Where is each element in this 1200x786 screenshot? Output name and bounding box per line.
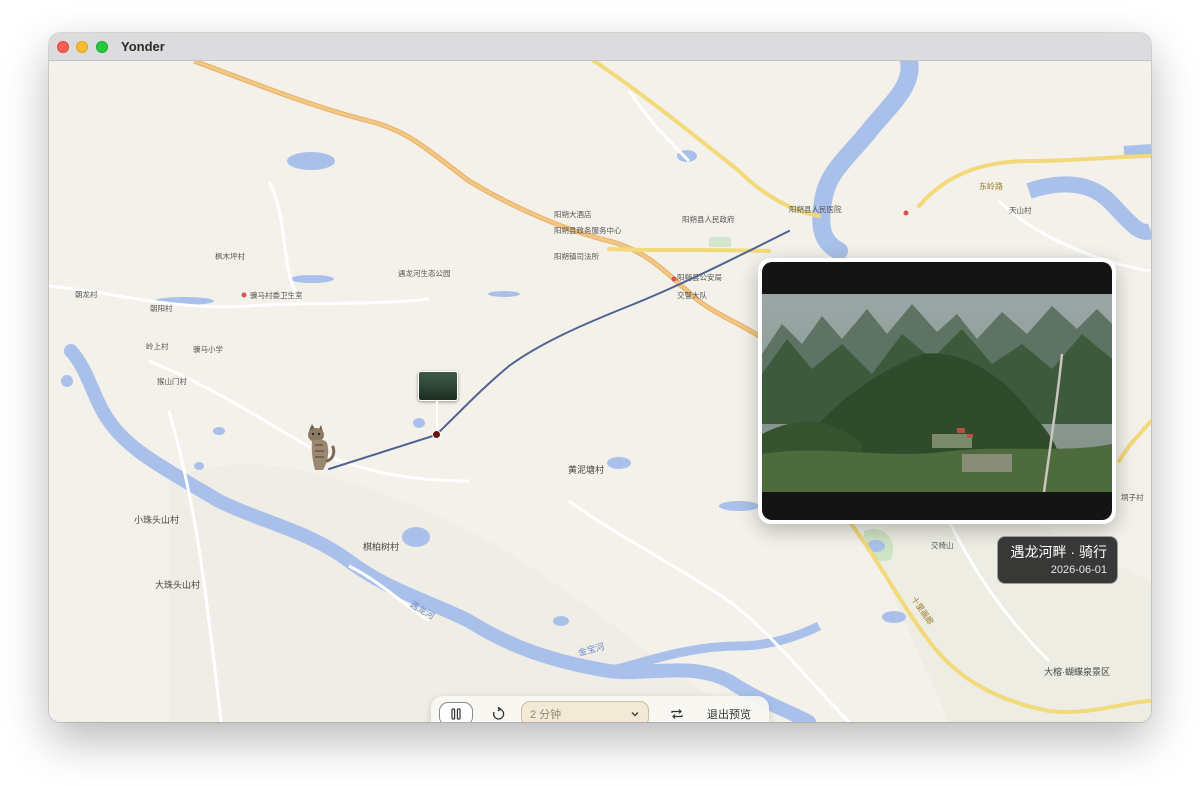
playback-toolbar: 2 分钟 退出预览 bbox=[431, 696, 769, 722]
app-window: Yonder 遇龙河生态公园 枫木坪村 朝阳村 朝龙村 骥马村委卫生室 骥马小学… bbox=[49, 33, 1151, 722]
caption-title: 遇龙河畔 · 骑行 bbox=[1010, 544, 1107, 560]
label-dongzi: 垌子村 bbox=[1121, 492, 1144, 502]
window-title: Yonder bbox=[121, 39, 165, 54]
label-lingshang: 岭上村 bbox=[146, 341, 169, 351]
label-hotel: 阳朔大酒店 bbox=[554, 209, 592, 219]
route-point-marker[interactable] bbox=[432, 430, 441, 439]
duration-select[interactable]: 2 分钟 bbox=[521, 701, 649, 722]
label-chaoyang: 朝阳村 bbox=[150, 303, 173, 313]
map-view[interactable]: 遇龙河生态公园 枫木坪村 朝阳村 朝龙村 骥马村委卫生室 骥马小学 岭上村 猴山… bbox=[49, 61, 1151, 722]
label-fengmu: 枫木坪村 bbox=[215, 251, 245, 261]
label-yangshuo-hospital: 阳朔县人民医院 bbox=[789, 204, 842, 214]
chevron-down-icon bbox=[631, 711, 639, 717]
location-caption: 遇龙河畔 · 骑行 2026-06-01 bbox=[997, 536, 1118, 584]
label-huangni: 黄泥塘村 bbox=[568, 464, 604, 475]
label-police2: 交警大队 bbox=[677, 290, 707, 300]
label-gov-center: 阳朔县政务服务中心 bbox=[554, 225, 622, 235]
label-court: 阳朔镇司法所 bbox=[554, 251, 599, 261]
label-shuren: 天山村 bbox=[1009, 205, 1032, 215]
label-jiuma-school: 骥马小学 bbox=[193, 344, 223, 354]
label-qibai: 棋柏树村 bbox=[363, 541, 399, 552]
label-county-gov: 阳朔县人民政府 bbox=[682, 214, 735, 224]
pause-icon bbox=[451, 708, 461, 720]
label-dazhu: 大珠头山村 bbox=[155, 579, 200, 590]
label-road-east: 东岭路 bbox=[979, 181, 1003, 191]
label-yulong-park: 遇龙河生态公园 bbox=[398, 268, 451, 278]
label-scenic: 大榕·蝴蝶泉景区 bbox=[1044, 666, 1110, 677]
pause-button[interactable] bbox=[439, 702, 473, 722]
label-xiaozhu: 小珠头山村 bbox=[134, 514, 179, 525]
label-chaolong: 朝龙村 bbox=[75, 289, 98, 299]
video-frame-image bbox=[762, 294, 1112, 492]
restart-button[interactable] bbox=[487, 702, 509, 722]
photo-marker-thumbnail[interactable] bbox=[418, 371, 458, 401]
zoom-window-button[interactable] bbox=[96, 41, 108, 53]
close-window-button[interactable] bbox=[57, 41, 69, 53]
restart-icon bbox=[492, 707, 505, 720]
video-preview-card[interactable] bbox=[758, 258, 1116, 524]
label-police: 阳朔县公安局 bbox=[677, 272, 722, 282]
photo-marker-stem bbox=[436, 400, 438, 433]
video-player[interactable] bbox=[762, 262, 1112, 520]
label-hoshan: 猴山门村 bbox=[157, 376, 187, 386]
exit-preview-button[interactable]: 退出预览 bbox=[699, 702, 759, 722]
duration-select-value: 2 分钟 bbox=[530, 709, 562, 721]
loop-button[interactable] bbox=[667, 702, 687, 722]
caption-date: 2026-06-01 bbox=[1050, 564, 1107, 576]
cat-avatar-icon[interactable] bbox=[303, 423, 337, 473]
repeat-icon bbox=[671, 709, 683, 719]
minimize-window-button[interactable] bbox=[76, 41, 88, 53]
label-anyan: 交椅山 bbox=[931, 540, 954, 550]
label-jiuma-health: 骥马村委卫生室 bbox=[250, 290, 303, 300]
title-bar: Yonder bbox=[49, 33, 1151, 61]
